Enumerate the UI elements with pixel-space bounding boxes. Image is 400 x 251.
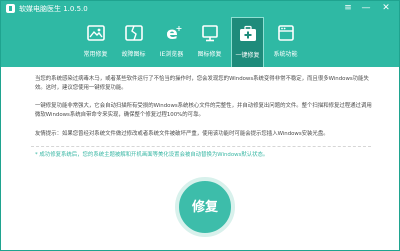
desktop-icon: [201, 25, 218, 42]
settings-icon: [277, 25, 294, 41]
title-bar: 软媒电脑医生 1.0.5.0 ≡ — ✕: [1, 1, 399, 17]
description-paragraph: 一键修复功能非常强大，它会自动扫描所有受损的Windows系统核心文件的完整性，…: [35, 103, 372, 118]
notice-text: * 成功修复系统后，您的系统主题被解和开机画面等美化设置会被自动替换为Windo…: [35, 152, 269, 158]
minimize-icon[interactable]: —: [359, 2, 373, 15]
header: 软媒电脑医生 1.0.5.0 ≡ — ✕ 常用修复 故障图标 e + IE浏览器…: [1, 1, 399, 67]
svg-text:+: +: [175, 24, 181, 33]
tab-label: IE浏览器: [159, 51, 184, 58]
intro-paragraph: 当您的系统感染过病毒木马，或者某些软件运行了不恰当的操作时，您会发现您的Wind…: [35, 76, 369, 91]
repair-button-label: 修复: [191, 199, 218, 215]
tab-broken-icons[interactable]: 故障图标: [117, 17, 150, 67]
tab-label: 故障图标: [121, 51, 146, 58]
tab-label: 一键修复: [235, 52, 260, 59]
tab-ie-browser[interactable]: e + IE浏览器: [155, 17, 188, 67]
tab-label: 系统功能: [273, 51, 298, 58]
tab-icon-repair[interactable]: 图标修复: [193, 17, 226, 67]
tab-common-repair[interactable]: 常用修复: [79, 17, 112, 67]
app-title: 软媒电脑医生 1.0.5.0: [19, 5, 88, 13]
repair-button[interactable]: 修复: [175, 177, 235, 237]
divider: [31, 146, 371, 147]
medkit-icon: [239, 25, 256, 41]
tab-one-click-repair[interactable]: 一键修复: [231, 17, 264, 67]
tab-system-functions[interactable]: 系统功能: [269, 17, 302, 67]
tab-label: 图标修复: [197, 51, 222, 58]
main-content: 当您的系统感染过病毒木马，或者某些软件运行了不恰当的操作时，您会发现您的Wind…: [1, 67, 399, 250]
app-window: 软媒电脑医生 1.0.5.0 ≡ — ✕ 常用修复 故障图标 e + IE浏览器…: [0, 0, 400, 251]
app-logo-icon: [6, 4, 15, 13]
toolbar: 常用修复 故障图标 e + IE浏览器 图标修复 一键修复 系统功能: [79, 17, 307, 67]
close-icon[interactable]: ✕: [379, 2, 393, 15]
broken-image-icon: [124, 25, 143, 41]
ie-icon: e +: [166, 24, 182, 43]
tab-label: 常用修复: [83, 51, 108, 58]
tip-paragraph: 友情提示：如果您曾经对系统文件做过修改或者系统文件被破坏严重，使用该功能时可能会…: [35, 131, 329, 137]
image-repair-icon: [86, 25, 105, 41]
menu-icon[interactable]: ≡: [341, 2, 355, 15]
